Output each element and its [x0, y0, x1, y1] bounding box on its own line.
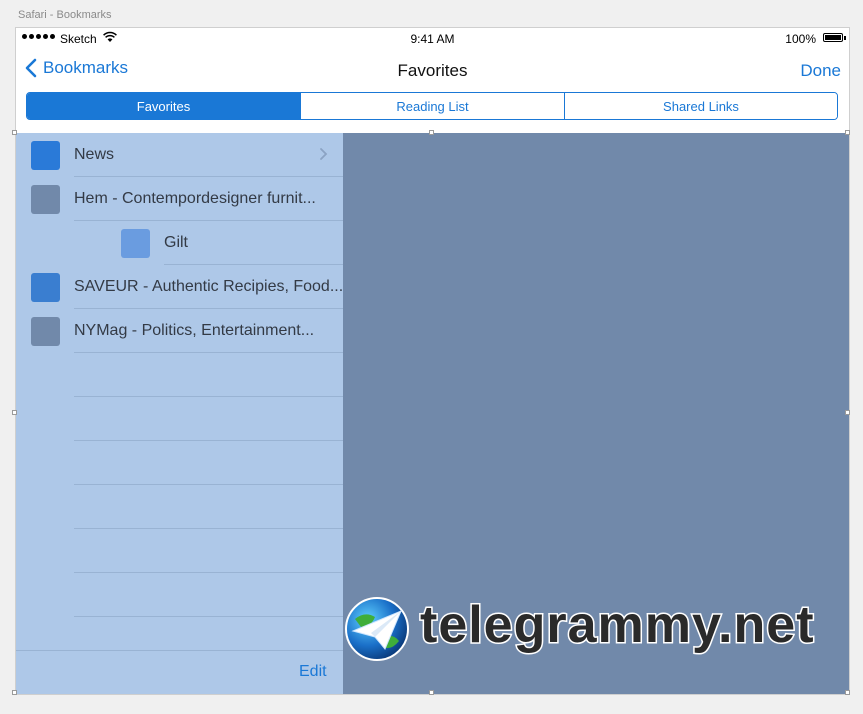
battery-icon [823, 33, 843, 42]
tab-favorites[interactable]: Favorites [27, 93, 301, 119]
bookmark-icon [31, 317, 60, 346]
resize-handle-bottom[interactable] [429, 690, 434, 695]
bookmark-label: SAVEUR - Authentic Recipies, Food... [74, 278, 343, 295]
artboard-title: Safari - Bookmarks [18, 9, 112, 21]
bookmark-icon [31, 273, 60, 302]
segmented-control: Favorites Reading List Shared Links [26, 92, 838, 120]
resize-handle-left[interactable] [12, 410, 17, 415]
edit-button[interactable]: Edit [299, 663, 327, 681]
watermark-text: telegrammy.net [419, 595, 816, 656]
row-divider [74, 352, 343, 353]
resize-handle-bottom-right[interactable] [845, 690, 850, 695]
bookmark-row-saveur[interactable]: SAVEUR - Authentic Recipies, Food... [16, 265, 343, 309]
empty-row-divider [74, 616, 343, 617]
empty-row-divider [74, 440, 343, 441]
watermark: telegrammy.net [345, 595, 845, 695]
bookmark-icon [121, 229, 150, 258]
empty-row-divider [74, 484, 343, 485]
bookmark-row-hem[interactable]: Hem - Contempordesigner furnit... [16, 177, 343, 221]
page-title: Favorites [397, 61, 468, 80]
status-time: 9:41 AM [410, 32, 455, 46]
folder-icon [31, 141, 60, 170]
bookmarks-list: News Hem - Contempordesigner furnit... G… [16, 133, 343, 694]
tab-shared-links[interactable]: Shared Links [565, 93, 837, 119]
bookmark-label: Hem - Contempordesigner furnit... [74, 190, 316, 207]
status-bar: Sketch 9:41 AM 100% [16, 28, 849, 50]
bookmark-row-gilt[interactable]: Gilt [16, 221, 343, 265]
tab-reading-list[interactable]: Reading List [301, 93, 565, 119]
bookmark-label: News [74, 146, 115, 163]
bookmark-icon [31, 185, 60, 214]
resize-handle-right[interactable] [845, 410, 850, 415]
toolbar-divider [16, 650, 343, 651]
chevron-right-icon [320, 148, 328, 160]
paper-plane-globe-icon [345, 597, 409, 661]
done-button[interactable]: Done [800, 61, 841, 81]
bookmark-label: Gilt [164, 234, 188, 251]
empty-row-divider [74, 572, 343, 573]
empty-row-divider [74, 396, 343, 397]
bookmark-label: NYMag - Politics, Entertainment... [74, 322, 315, 339]
battery-percentage: 100% [785, 32, 816, 46]
resize-handle-top-right[interactable] [845, 130, 850, 135]
navigation-bar: Bookmarks Favorites Done [16, 54, 849, 86]
bookmark-row-news[interactable]: News [16, 133, 343, 177]
bookmark-row-nymag[interactable]: NYMag - Politics, Entertainment... [16, 309, 343, 353]
resize-handle-top[interactable] [429, 130, 434, 135]
empty-row-divider [74, 528, 343, 529]
resize-handle-top-left[interactable] [12, 130, 17, 135]
battery-tip [844, 36, 846, 40]
resize-handle-bottom-left[interactable] [12, 690, 17, 695]
